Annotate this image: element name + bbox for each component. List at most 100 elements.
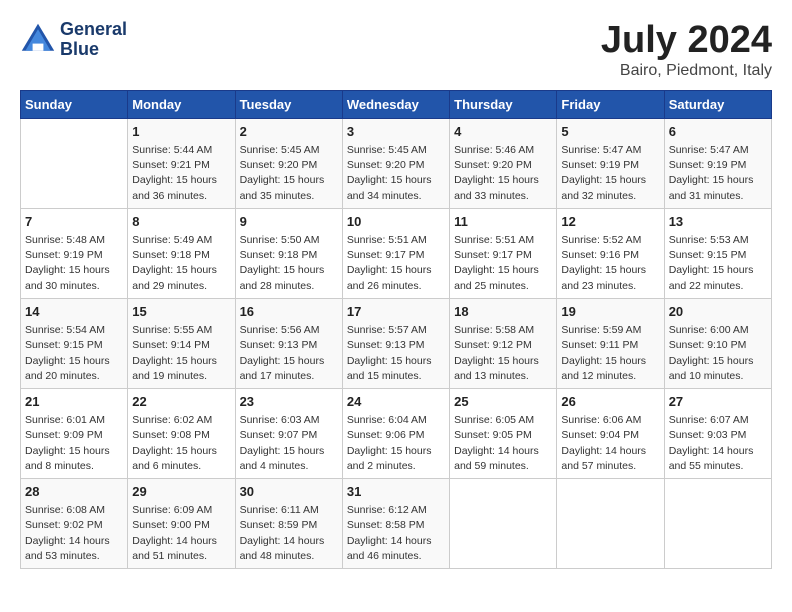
- day-header-saturday: Saturday: [664, 90, 771, 118]
- month-title: July 2024: [601, 20, 772, 62]
- calendar-cell: [21, 118, 128, 208]
- day-number: 24: [347, 393, 445, 411]
- day-number: 9: [240, 213, 338, 231]
- day-info: Sunrise: 5:52 AM Sunset: 9:16 PM Dayligh…: [561, 233, 659, 294]
- calendar-cell: 14 Sunrise: 5:54 AM Sunset: 9:15 PM Dayli…: [21, 298, 128, 388]
- calendar-cell: 30 Sunrise: 6:11 AM Sunset: 8:59 PM Dayli…: [235, 479, 342, 569]
- calendar-cell: 27 Sunrise: 6:07 AM Sunset: 9:03 PM Dayli…: [664, 388, 771, 478]
- day-info: Sunrise: 6:12 AM Sunset: 8:58 PM Dayligh…: [347, 503, 445, 564]
- day-number: 20: [669, 303, 767, 321]
- calendar-cell: 25 Sunrise: 6:05 AM Sunset: 9:05 PM Dayli…: [450, 388, 557, 478]
- day-number: 2: [240, 123, 338, 141]
- day-header-monday: Monday: [128, 90, 235, 118]
- calendar-cell: 29 Sunrise: 6:09 AM Sunset: 9:00 PM Dayli…: [128, 479, 235, 569]
- calendar-cell: 6 Sunrise: 5:47 AM Sunset: 9:19 PM Daylig…: [664, 118, 771, 208]
- day-number: 17: [347, 303, 445, 321]
- day-info: Sunrise: 5:51 AM Sunset: 9:17 PM Dayligh…: [454, 233, 552, 294]
- calendar-cell: 5Sunrise: 5:47 AM Sunset: 9:19 PM Daylig…: [557, 118, 664, 208]
- day-header-friday: Friday: [557, 90, 664, 118]
- day-info: Sunrise: 5:51 AM Sunset: 9:17 PM Dayligh…: [347, 233, 445, 294]
- calendar-table: SundayMondayTuesdayWednesdayThursdayFrid…: [20, 90, 772, 569]
- calendar-cell: 19Sunrise: 5:59 AM Sunset: 9:11 PM Dayli…: [557, 298, 664, 388]
- day-number: 31: [347, 483, 445, 501]
- day-info: Sunrise: 5:57 AM Sunset: 9:13 PM Dayligh…: [347, 323, 445, 384]
- day-info: Sunrise: 5:45 AM Sunset: 9:20 PM Dayligh…: [240, 143, 338, 204]
- day-number: 5: [561, 123, 659, 141]
- day-info: Sunrise: 6:11 AM Sunset: 8:59 PM Dayligh…: [240, 503, 338, 564]
- calendar-cell: 2 Sunrise: 5:45 AM Sunset: 9:20 PM Daylig…: [235, 118, 342, 208]
- day-number: 25: [454, 393, 552, 411]
- location: Bairo, Piedmont, Italy: [601, 62, 772, 80]
- calendar-cell: 9Sunrise: 5:50 AM Sunset: 9:18 PM Daylig…: [235, 208, 342, 298]
- day-info: Sunrise: 5:48 AM Sunset: 9:19 PM Dayligh…: [25, 233, 123, 294]
- calendar-cell: [664, 479, 771, 569]
- day-number: 18: [454, 303, 552, 321]
- day-header-wednesday: Wednesday: [342, 90, 449, 118]
- day-info: Sunrise: 6:07 AM Sunset: 9:03 PM Dayligh…: [669, 413, 767, 474]
- day-info: Sunrise: 6:09 AM Sunset: 9:00 PM Dayligh…: [132, 503, 230, 564]
- calendar-header-row: SundayMondayTuesdayWednesdayThursdayFrid…: [21, 90, 772, 118]
- calendar-cell: 21 Sunrise: 6:01 AM Sunset: 9:09 PM Dayli…: [21, 388, 128, 478]
- logo-icon: [20, 22, 56, 58]
- day-info: Sunrise: 5:47 AM Sunset: 9:19 PM Dayligh…: [669, 143, 767, 204]
- day-info: Sunrise: 6:03 AM Sunset: 9:07 PM Dayligh…: [240, 413, 338, 474]
- logo-text: General Blue: [60, 20, 127, 60]
- title-block: July 2024 Bairo, Piedmont, Italy: [601, 20, 772, 80]
- day-number: 7: [25, 213, 123, 231]
- day-info: Sunrise: 5:46 AM Sunset: 9:20 PM Dayligh…: [454, 143, 552, 204]
- calendar-cell: 7 Sunrise: 5:48 AM Sunset: 9:19 PM Daylig…: [21, 208, 128, 298]
- day-number: 4: [454, 123, 552, 141]
- day-number: 21: [25, 393, 123, 411]
- day-info: Sunrise: 5:49 AM Sunset: 9:18 PM Dayligh…: [132, 233, 230, 294]
- calendar-cell: 13 Sunrise: 5:53 AM Sunset: 9:15 PM Dayli…: [664, 208, 771, 298]
- calendar-week-row: 7 Sunrise: 5:48 AM Sunset: 9:19 PM Daylig…: [21, 208, 772, 298]
- day-number: 28: [25, 483, 123, 501]
- calendar-cell: 17 Sunrise: 5:57 AM Sunset: 9:13 PM Dayli…: [342, 298, 449, 388]
- day-number: 13: [669, 213, 767, 231]
- day-number: 29: [132, 483, 230, 501]
- day-number: 8: [132, 213, 230, 231]
- calendar-cell: 10Sunrise: 5:51 AM Sunset: 9:17 PM Dayli…: [342, 208, 449, 298]
- calendar-cell: 1Sunrise: 5:44 AM Sunset: 9:21 PM Daylig…: [128, 118, 235, 208]
- calendar-week-row: 1Sunrise: 5:44 AM Sunset: 9:21 PM Daylig…: [21, 118, 772, 208]
- calendar-cell: 4 Sunrise: 5:46 AM Sunset: 9:20 PM Daylig…: [450, 118, 557, 208]
- calendar-cell: 20 Sunrise: 6:00 AM Sunset: 9:10 PM Dayli…: [664, 298, 771, 388]
- calendar-cell: 11Sunrise: 5:51 AM Sunset: 9:17 PM Dayli…: [450, 208, 557, 298]
- day-number: 14: [25, 303, 123, 321]
- day-header-tuesday: Tuesday: [235, 90, 342, 118]
- day-info: Sunrise: 5:56 AM Sunset: 9:13 PM Dayligh…: [240, 323, 338, 384]
- day-number: 16: [240, 303, 338, 321]
- day-number: 3: [347, 123, 445, 141]
- calendar-cell: [557, 479, 664, 569]
- day-number: 23: [240, 393, 338, 411]
- calendar-week-row: 14 Sunrise: 5:54 AM Sunset: 9:15 PM Dayli…: [21, 298, 772, 388]
- day-header-sunday: Sunday: [21, 90, 128, 118]
- page-header: General Blue July 2024 Bairo, Piedmont, …: [20, 20, 772, 80]
- day-number: 27: [669, 393, 767, 411]
- calendar-cell: 26 Sunrise: 6:06 AM Sunset: 9:04 PM Dayli…: [557, 388, 664, 478]
- day-number: 22: [132, 393, 230, 411]
- day-info: Sunrise: 5:55 AM Sunset: 9:14 PM Dayligh…: [132, 323, 230, 384]
- calendar-body: 1Sunrise: 5:44 AM Sunset: 9:21 PM Daylig…: [21, 118, 772, 568]
- day-info: Sunrise: 6:01 AM Sunset: 9:09 PM Dayligh…: [25, 413, 123, 474]
- calendar-cell: 18Sunrise: 5:58 AM Sunset: 9:12 PM Dayli…: [450, 298, 557, 388]
- day-number: 12: [561, 213, 659, 231]
- calendar-cell: 23 Sunrise: 6:03 AM Sunset: 9:07 PM Dayli…: [235, 388, 342, 478]
- day-info: Sunrise: 5:45 AM Sunset: 9:20 PM Dayligh…: [347, 143, 445, 204]
- calendar-cell: 8 Sunrise: 5:49 AM Sunset: 9:18 PM Daylig…: [128, 208, 235, 298]
- calendar-week-row: 28 Sunrise: 6:08 AM Sunset: 9:02 PM Dayli…: [21, 479, 772, 569]
- day-info: Sunrise: 5:54 AM Sunset: 9:15 PM Dayligh…: [25, 323, 123, 384]
- day-info: Sunrise: 6:00 AM Sunset: 9:10 PM Dayligh…: [669, 323, 767, 384]
- day-info: Sunrise: 5:53 AM Sunset: 9:15 PM Dayligh…: [669, 233, 767, 294]
- day-number: 30: [240, 483, 338, 501]
- day-number: 19: [561, 303, 659, 321]
- day-number: 6: [669, 123, 767, 141]
- day-info: Sunrise: 6:05 AM Sunset: 9:05 PM Dayligh…: [454, 413, 552, 474]
- day-info: Sunrise: 6:06 AM Sunset: 9:04 PM Dayligh…: [561, 413, 659, 474]
- day-info: Sunrise: 6:08 AM Sunset: 9:02 PM Dayligh…: [25, 503, 123, 564]
- day-header-thursday: Thursday: [450, 90, 557, 118]
- calendar-cell: 31 Sunrise: 6:12 AM Sunset: 8:58 PM Dayli…: [342, 479, 449, 569]
- day-number: 26: [561, 393, 659, 411]
- day-info: Sunrise: 6:02 AM Sunset: 9:08 PM Dayligh…: [132, 413, 230, 474]
- day-number: 15: [132, 303, 230, 321]
